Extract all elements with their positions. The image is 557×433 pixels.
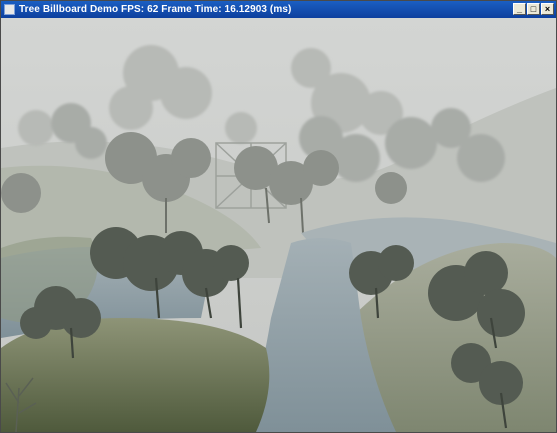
render-viewport[interactable] [1,18,556,432]
title-bar[interactable]: Tree Billboard Demo FPS: 62 Frame Time: … [1,1,556,18]
maximize-button[interactable]: □ [527,3,540,15]
window-title: Tree Billboard Demo FPS: 62 Frame Time: … [19,4,292,15]
window-controls: _ □ × [513,3,554,15]
foggy-forest-scene [1,18,556,432]
close-button[interactable]: × [541,3,554,15]
app-icon[interactable] [4,4,15,15]
minimize-button[interactable]: _ [513,3,526,15]
app-window: Tree Billboard Demo FPS: 62 Frame Time: … [0,0,557,433]
